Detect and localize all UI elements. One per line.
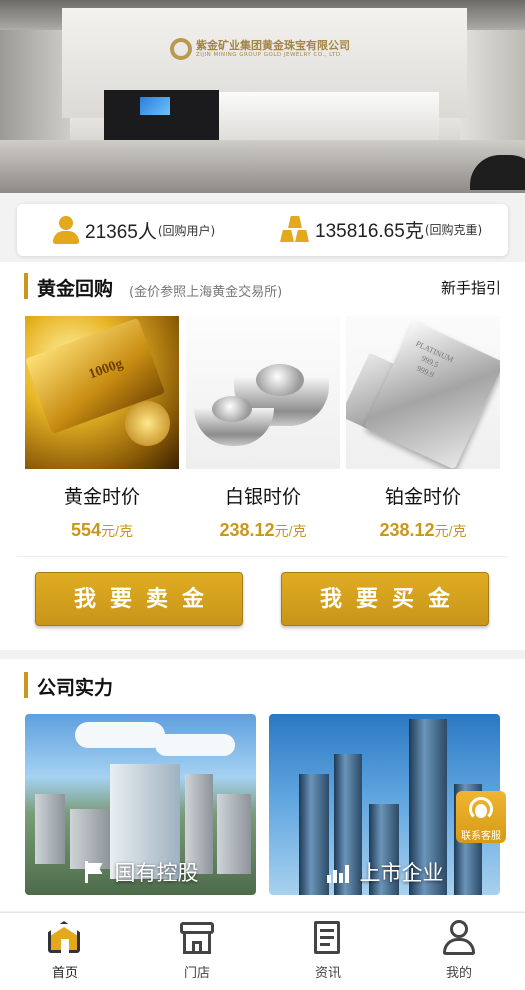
product-price: 554元/克 [71, 520, 133, 540]
banner-right-wall [460, 30, 525, 150]
state-owned-label: 国有控股 [25, 857, 256, 887]
stats-card: 21365人 (回购用户) 135816.65克 (回购克重) [17, 204, 508, 256]
users-value: 21365人 [85, 221, 157, 243]
silver-ingots-image [186, 316, 340, 469]
product-silver[interactable]: 白银时价 238.12元/克 [186, 316, 340, 541]
tab-label: 我的 [445, 966, 472, 981]
flag-icon [83, 861, 105, 883]
gold-bars-icon [279, 214, 311, 244]
banner-left-wall [0, 30, 70, 150]
person-icon [51, 214, 81, 246]
section-accent-bar [24, 672, 28, 698]
product-name: 铂金时价 [384, 486, 461, 508]
gold-bars-image: 1000g [25, 316, 179, 469]
users-label: (回购用户) [157, 223, 216, 238]
gold-buyback-subtitle: (金价参照上海黄金交易所) [129, 285, 283, 300]
product-price: 238.12元/克 [219, 520, 307, 540]
banner-floor [0, 140, 525, 193]
customer-service-label: 联系客服 [461, 831, 501, 842]
listed-company-label: 上市企业 [269, 857, 500, 887]
banner-screen [140, 97, 170, 115]
store-icon [178, 919, 216, 957]
gold-buyback-title: 黄金回购 [37, 278, 114, 300]
buy-gold-button[interactable]: 我要买金 [281, 572, 489, 626]
section-accent-bar [24, 273, 28, 299]
banner-company-name-en: ZIJIN MINING GROUP GOLD JEWELRY CO., LTD… [196, 52, 343, 58]
home-icon [46, 919, 84, 957]
tab-stores[interactable]: 门店 [157, 919, 237, 981]
stat-weight: 135816.65克 (回购克重) [279, 214, 482, 244]
divider [17, 556, 508, 557]
news-icon [309, 919, 347, 957]
company-strength-title: 公司实力 [37, 677, 114, 699]
sell-gold-button[interactable]: 我要卖金 [35, 572, 243, 626]
tab-label: 首页 [51, 966, 78, 981]
product-platinum[interactable]: PLATINUM 999.5 999.9 铂金时价 238.12元/克 [346, 316, 500, 541]
weight-label: (回购克重) [424, 222, 483, 237]
customer-service-button[interactable]: 联系客服 [456, 791, 506, 843]
product-price: 238.12元/克 [379, 520, 467, 540]
company-logo-icon [170, 38, 192, 60]
hero-banner[interactable]: 紫金矿业集团黄金珠宝有限公司 ZIJIN MINING GROUP GOLD J… [0, 0, 525, 193]
tab-label: 资讯 [314, 966, 341, 981]
tab-profile[interactable]: 我的 [419, 919, 499, 981]
user-icon [440, 919, 478, 957]
product-name: 白银时价 [224, 486, 301, 508]
tab-home[interactable]: 首页 [25, 919, 105, 981]
weight-value: 135816.65克 [315, 220, 424, 242]
bottom-tab-bar: 首页 门店 资讯 我的 [0, 912, 525, 990]
state-owned-card[interactable]: 国有控股 [25, 714, 256, 895]
tab-news[interactable]: 资讯 [288, 919, 368, 981]
stat-users: 21365人 (回购用户) [51, 214, 215, 246]
beginner-guide-link[interactable]: 新手指引 [441, 277, 501, 298]
banner-company-name-cn: 紫金矿业集团黄金珠宝有限公司 [196, 39, 350, 52]
platinum-bar-image: PLATINUM 999.5 999.9 [346, 316, 500, 469]
tab-label: 门店 [183, 966, 210, 981]
product-name: 黄金时价 [63, 486, 140, 508]
product-gold[interactable]: 1000g 黄金时价 554元/克 [25, 316, 179, 541]
chart-icon [326, 861, 350, 883]
